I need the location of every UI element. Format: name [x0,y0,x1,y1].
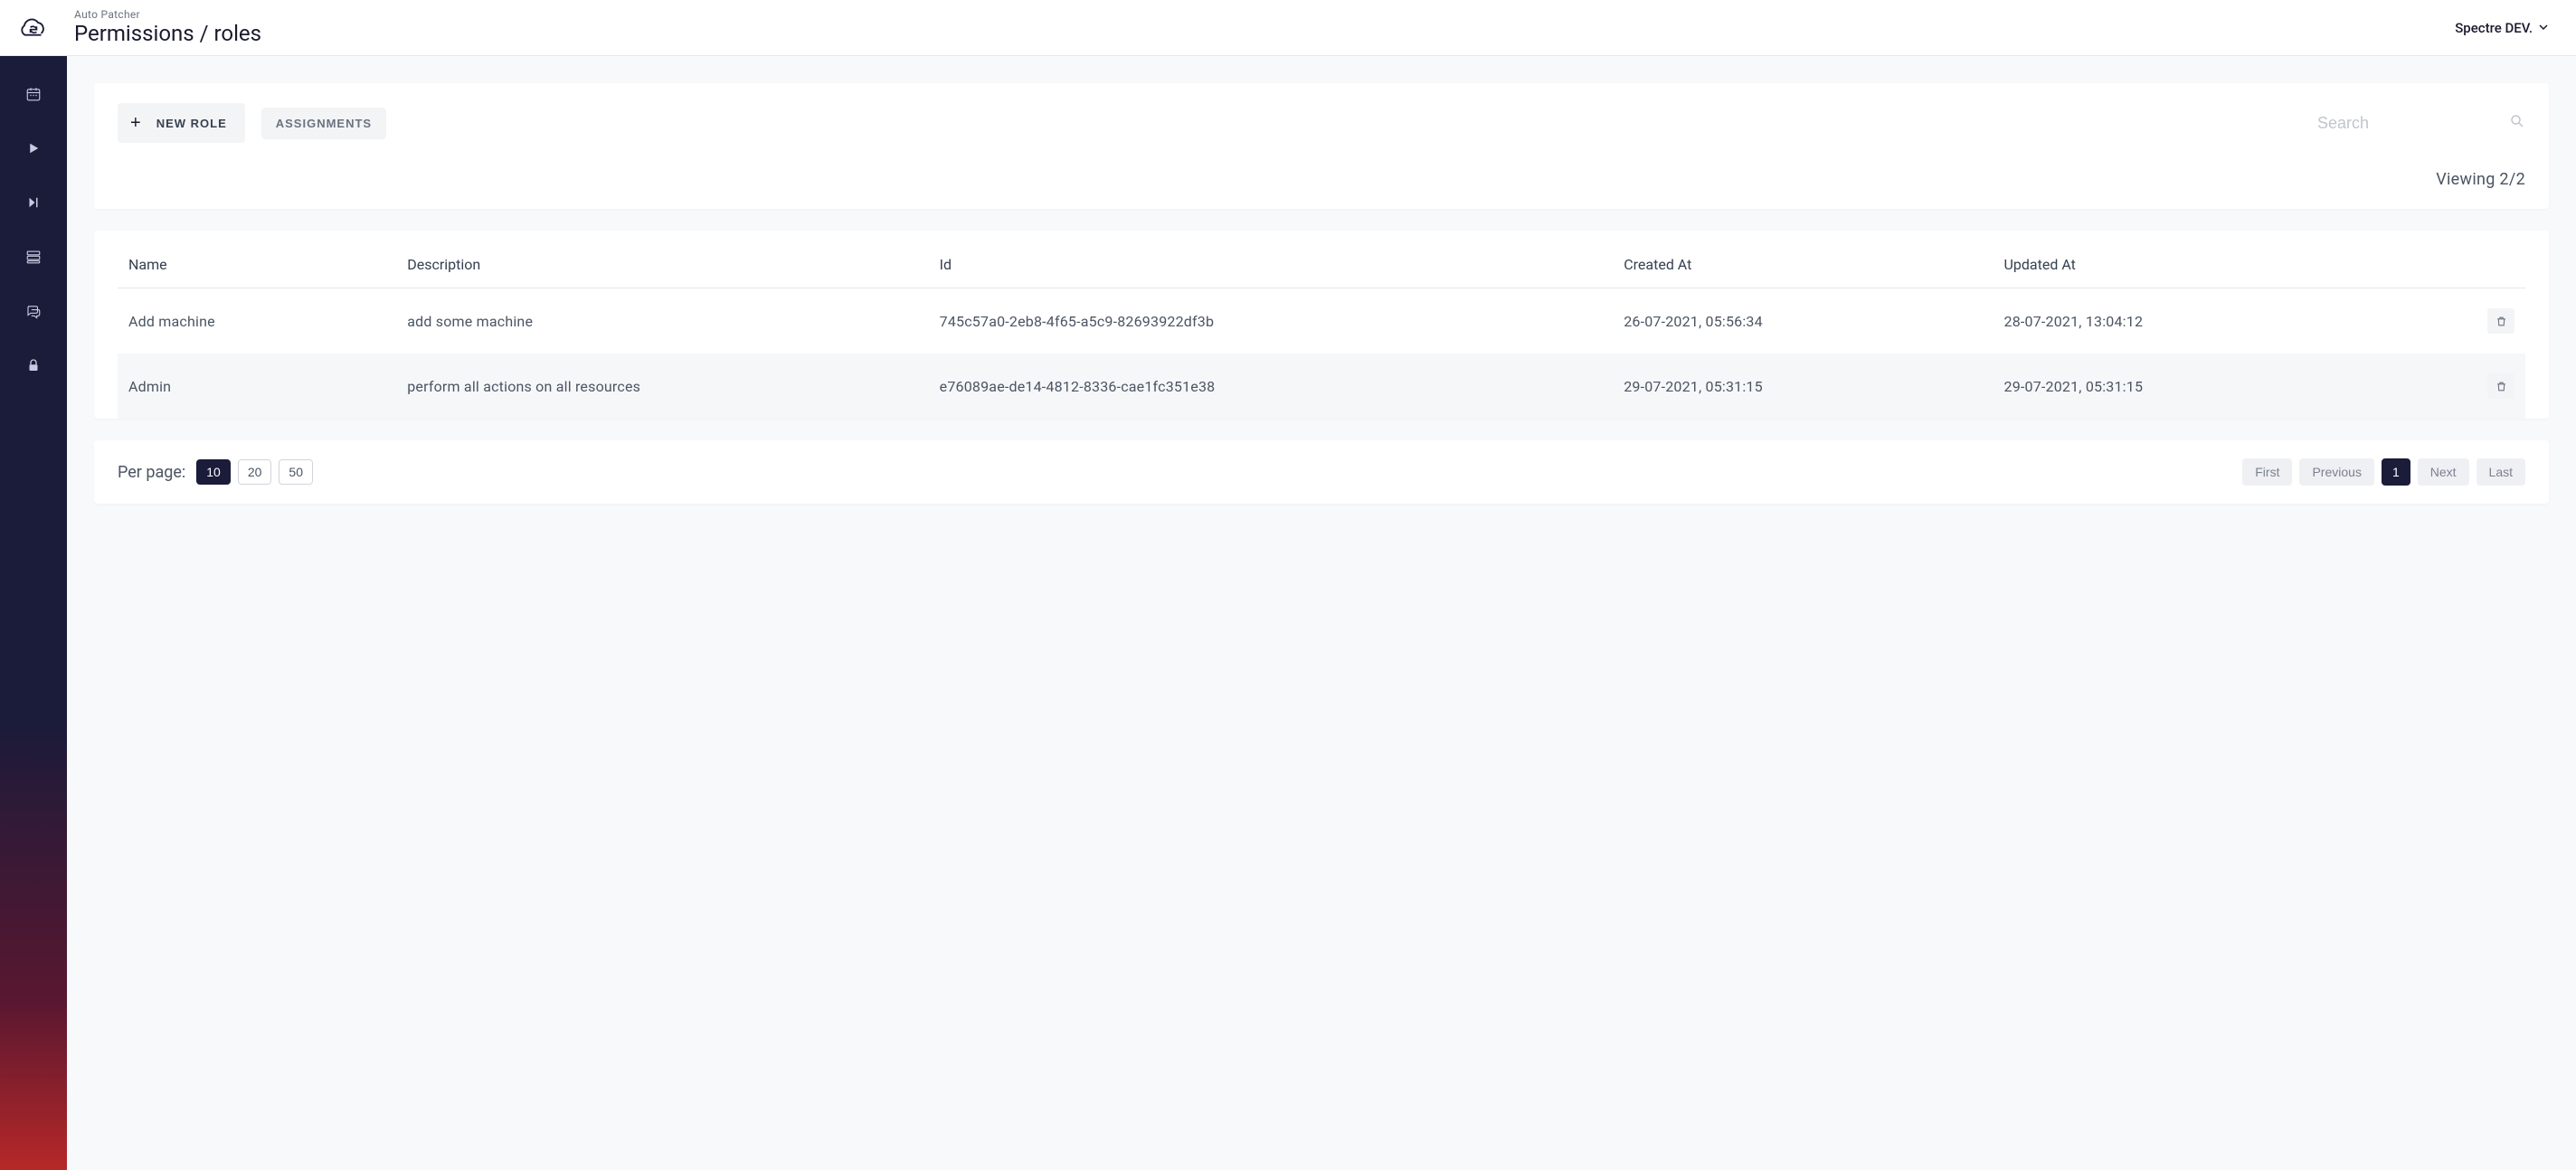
cell-created-at: 29-07-2021, 05:31:15 [1613,354,1993,419]
skip-forward-icon [25,194,42,211]
header-left: Auto Patcher Permissions / roles [18,8,261,47]
col-header-created: Created At [1613,247,1993,288]
table-row[interactable]: Add machineadd some machine745c57a0-2eb8… [118,288,2525,354]
pagination-current[interactable]: 1 [2382,458,2410,486]
main-content: + NEW ROLE ASSIGNMENTS Viewin [67,56,2576,1170]
col-header-description: Description [396,247,928,288]
cell-updated-at: 29-07-2021, 05:31:15 [1994,354,2373,419]
roles-table-card: Name Description Id Created At Updated A… [94,231,2549,419]
chat-icon [25,303,42,319]
header-titles: Auto Patcher Permissions / roles [74,8,261,47]
col-header-name: Name [118,247,396,288]
app-name: Auto Patcher [74,8,261,21]
cell-updated-at: 28-07-2021, 13:04:12 [1994,288,2373,354]
delete-button[interactable] [2487,308,2514,334]
server-icon [25,249,42,265]
header: Auto Patcher Permissions / roles Spectre… [0,0,2576,56]
page-title: Permissions / roles [74,21,261,47]
search-icon[interactable] [2509,113,2525,133]
new-role-label: NEW ROLE [156,117,227,130]
viewing-count: Viewing 2/2 [118,170,2525,189]
sidebar-item-chat[interactable] [15,298,52,324]
cell-name: Admin [118,354,396,419]
table-row[interactable]: Adminperform all actions on all resource… [118,354,2525,419]
assignments-button[interactable]: ASSIGNMENTS [261,108,386,139]
pagination-next[interactable]: Next [2418,458,2469,486]
per-page: Per page: 10 20 50 [118,459,313,485]
cell-id: e76089ae-de14-4812-8336-cae1fc351e38 [929,354,1614,419]
per-page-option-50[interactable]: 50 [279,459,313,485]
trash-icon [2496,381,2507,392]
delete-button[interactable] [2487,373,2514,399]
sidebar [0,56,67,1170]
pagination-controls: First Previous 1 Next Last [2242,458,2525,486]
cloud-sync-icon [18,15,49,41]
cell-description: perform all actions on all resources [396,354,928,419]
col-header-actions [2373,247,2525,288]
per-page-option-10[interactable]: 10 [196,459,231,485]
search-input[interactable] [2317,114,2498,133]
col-header-id: Id [929,247,1614,288]
pagination-previous[interactable]: Previous [2299,458,2373,486]
cell-id: 745c57a0-2eb8-4f65-a5c9-82693922df3b [929,288,1614,354]
org-switcher[interactable]: Spectre DEV. [2455,20,2549,36]
cell-actions [2373,354,2525,419]
pagination-last[interactable]: Last [2477,458,2525,486]
pagination-card: Per page: 10 20 50 First Previous 1 Next L… [94,440,2549,504]
plus-icon: + [130,114,142,132]
cell-created-at: 26-07-2021, 05:56:34 [1613,288,1993,354]
sidebar-item-skip[interactable] [15,190,52,215]
cell-actions [2373,288,2525,354]
sidebar-item-calendar[interactable] [15,81,52,107]
per-page-options: 10 20 50 [196,459,313,485]
assignments-label: ASSIGNMENTS [276,117,372,130]
per-page-option-20[interactable]: 20 [238,459,272,485]
toolbar-card: + NEW ROLE ASSIGNMENTS Viewin [94,83,2549,209]
roles-table: Name Description Id Created At Updated A… [118,247,2525,419]
sidebar-item-lock[interactable] [15,353,52,378]
app-logo[interactable] [18,13,49,43]
cell-name: Add machine [118,288,396,354]
trash-icon [2496,316,2507,327]
pagination-first[interactable]: First [2242,458,2292,486]
cell-description: add some machine [396,288,928,354]
org-label: Spectre DEV. [2455,20,2533,36]
sidebar-item-play[interactable] [15,136,52,161]
new-role-button[interactable]: + NEW ROLE [118,103,245,143]
per-page-label: Per page: [118,463,185,482]
col-header-updated: Updated At [1994,247,2373,288]
calendar-icon [25,86,42,102]
chevron-down-icon [2538,20,2549,36]
lock-icon [25,357,42,373]
play-icon [25,140,42,156]
search-wrap [2290,113,2525,133]
sidebar-item-servers[interactable] [15,244,52,269]
